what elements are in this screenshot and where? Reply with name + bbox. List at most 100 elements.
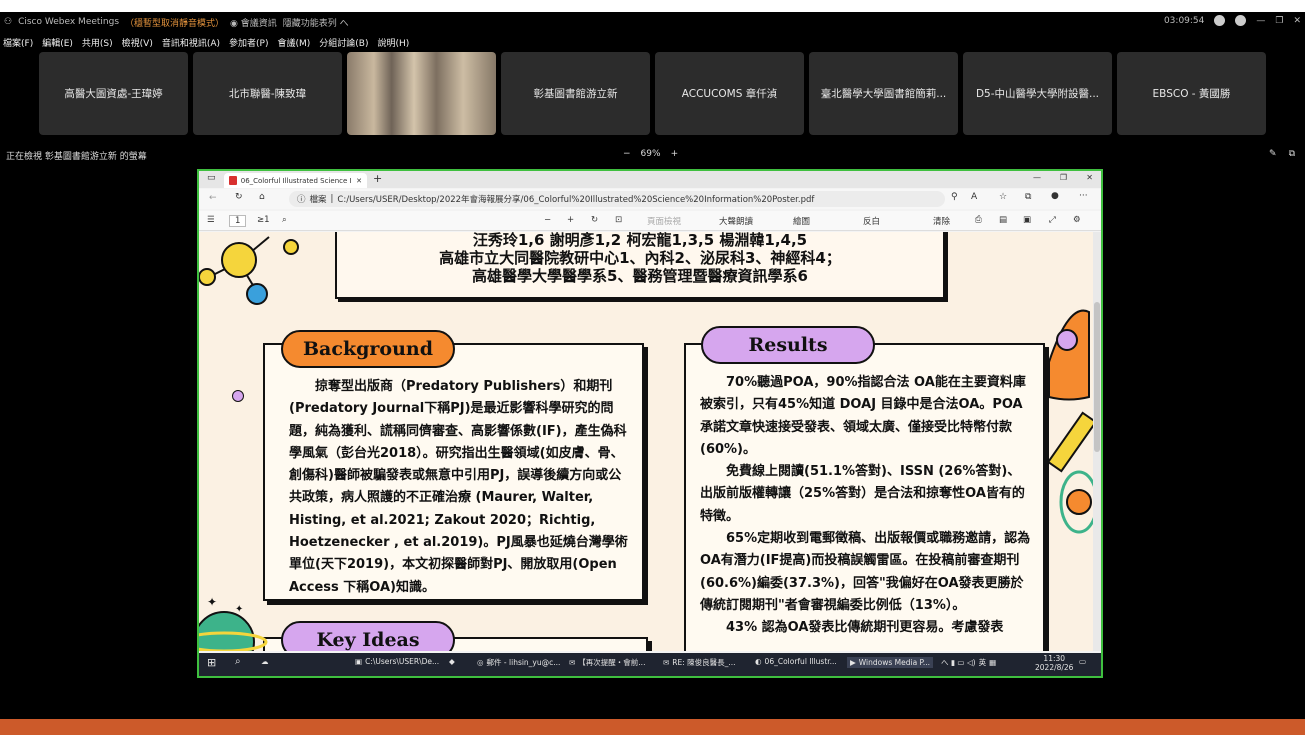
- collections-icon[interactable]: ⧉: [1025, 192, 1031, 202]
- info-icon: ⓘ: [297, 195, 306, 205]
- popout-icon[interactable]: ⧉: [1289, 149, 1295, 159]
- results-paragraph: 70%聽過POA，90%指認合法 OA能在主要資料庫被索引，只有45%知道 DO…: [700, 375, 1026, 457]
- participant-tile[interactable]: 北市聯醫-陳致瑋: [193, 52, 342, 135]
- taskbar-label: C:\Users\USER\De...: [365, 657, 440, 666]
- record-icon[interactable]: [1214, 15, 1226, 26]
- taskbar-item-explorer[interactable]: ▣ C:\Users\USER\De...: [355, 657, 439, 666]
- windows-taskbar: ⊞ ⌕ ☁ ▣ C:\Users\USER\De... ◆ ◎ 郵件 - lih…: [199, 653, 1101, 676]
- taskbar-item-mail[interactable]: ◎ 郵件 - lihsin_yu@c...: [477, 657, 560, 668]
- pdf-poster: 汪秀玲1,6 謝明彥1,2 柯宏龍1,3,5 楊淵韓1,4,5 高雄市立大同醫院…: [199, 232, 1093, 651]
- new-tab-icon[interactable]: +: [373, 172, 382, 185]
- taskbar-clock[interactable]: 11:30 2022/8/26: [1035, 654, 1073, 672]
- menu-meeting[interactable]: 會議(M): [278, 36, 311, 49]
- home-icon[interactable]: ⌂: [259, 192, 265, 202]
- menu-view[interactable]: 檢視(V): [122, 36, 153, 49]
- fit-page-icon[interactable]: ⊡: [615, 215, 622, 225]
- print-icon[interactable]: ⎙: [975, 215, 982, 225]
- weather-icon[interactable]: ☁: [261, 657, 269, 666]
- results-paragraph: 43% 認為OA發表比傳統期刊更容易。考慮發表: [700, 620, 1004, 636]
- participant-tile[interactable]: 彰基圖書館游立新: [501, 52, 650, 135]
- participant-video-tile[interactable]: [347, 52, 496, 135]
- close-icon[interactable]: ✕: [1293, 16, 1301, 26]
- menu-breakout[interactable]: 分組討論(B): [319, 36, 368, 49]
- menu-share[interactable]: 共用(S): [82, 36, 113, 49]
- taskbar-item-media[interactable]: ▶ Windows Media P...: [847, 657, 934, 668]
- ime-lang: 英: [978, 658, 987, 667]
- url-text: C:/Users/USER/Desktop/2022年會海報展分享/06_Col…: [337, 195, 815, 205]
- scroll-thumb[interactable]: [1094, 302, 1100, 452]
- tab-actions-icon[interactable]: ▭: [207, 173, 216, 183]
- share-view-bar: 正在檢視 彰基圖書館游立新 的螢幕 − 69% + ✎ ⧉: [0, 149, 1305, 163]
- search-taskbar-icon[interactable]: ⌕: [235, 656, 241, 667]
- meeting-info-button[interactable]: ◉ 會議資訊: [230, 16, 277, 29]
- menu-audio-video[interactable]: 音訊和視訊(A): [162, 36, 220, 49]
- zoom-lens-icon[interactable]: ⚲: [951, 192, 958, 202]
- contents-icon[interactable]: ☰: [207, 215, 215, 225]
- zoom-in-pdf-button[interactable]: +: [567, 215, 574, 225]
- taskbar-app-icon[interactable]: ◆: [449, 657, 455, 666]
- page-number-input[interactable]: 1: [229, 215, 247, 227]
- participant-tile[interactable]: D5-中山醫學大學附設醫...: [963, 52, 1112, 135]
- zoom-in-button[interactable]: +: [671, 149, 679, 159]
- participant-tile[interactable]: 臺北醫學大學圖書館簡莉...: [809, 52, 958, 135]
- meeting-time: 03:09:54: [1163, 15, 1205, 26]
- authors-line: 汪秀玲1,6 謝明彥1,2 柯宏龍1,3,5 楊淵韓1,4,5: [472, 232, 808, 249]
- taskbar-item-outlook2[interactable]: ✉ RE: 陳俊良醫長_...: [663, 657, 736, 668]
- planet-decoration: ✦ ✦: [199, 595, 268, 651]
- annotate-icon[interactable]: ✎: [1269, 149, 1277, 159]
- highlight-button[interactable]: 反白: [863, 215, 880, 227]
- save-icon[interactable]: ▤: [999, 215, 1007, 225]
- zoom-control: − 69% +: [623, 149, 678, 159]
- save-as-icon[interactable]: ▣: [1023, 215, 1031, 225]
- rocket-decoration: [1046, 309, 1093, 534]
- results-paragraph: 65%定期收到電郵徵稿、出版報價或職務邀請，認為OA有潛力(IF提高)而投稿誤觸…: [700, 531, 1031, 613]
- browser-maximize-icon[interactable]: ❐: [1060, 173, 1067, 182]
- read-aloud-button[interactable]: 大聲朗讀: [719, 215, 753, 227]
- refresh-icon[interactable]: ↻: [235, 192, 243, 202]
- minimize-icon[interactable]: —: [1256, 16, 1265, 26]
- zoom-out-button[interactable]: −: [623, 149, 631, 159]
- participant-tile[interactable]: 高醫大圖資處-王瑋婷: [39, 52, 188, 135]
- taskbar-item-edge[interactable]: ◐ 06_Colorful Illustr...: [755, 657, 837, 666]
- restore-icon[interactable]: ❐: [1275, 16, 1283, 26]
- menu-file[interactable]: 檔案(F): [3, 36, 33, 49]
- start-icon[interactable]: ⊞: [207, 656, 216, 669]
- menu-participants[interactable]: 參加者(P): [229, 36, 268, 49]
- tab-close-icon[interactable]: ✕: [356, 177, 362, 185]
- menu-help[interactable]: 說明(H): [378, 36, 410, 49]
- search-icon[interactable]: ⌕: [282, 215, 287, 225]
- browser-close-icon[interactable]: ✕: [1086, 173, 1093, 182]
- back-icon[interactable]: ←: [209, 193, 217, 203]
- menu-edit[interactable]: 編輯(E): [42, 36, 73, 49]
- status-icon[interactable]: [1235, 15, 1247, 26]
- participant-tile[interactable]: ACCUCOMS 章仟湞: [655, 52, 804, 135]
- fullscreen-icon[interactable]: ⤢: [1049, 215, 1056, 225]
- participant-tile[interactable]: EBSCO - 黃國勝: [1117, 52, 1266, 135]
- pdf-toolbar: ☰ 1 ≥1 ⌕ − + ↻ ⊡ 頁面檢視 大聲朗讀 繪圖 反白 清除 ⎙ ▤ …: [199, 211, 1101, 231]
- more-icon[interactable]: ···: [1079, 191, 1088, 201]
- taskbar-item-outlook[interactable]: ✉ 【再次提醒・會前...: [569, 657, 645, 668]
- favorites-icon[interactable]: ☆: [999, 192, 1007, 202]
- purple-dot-decoration: [232, 390, 244, 402]
- draw-button[interactable]: 繪圖: [793, 215, 810, 227]
- taskbar-label: 【再次提醒・會前...: [578, 658, 646, 667]
- rotate-icon[interactable]: ↻: [591, 215, 598, 225]
- address-bar[interactable]: ⓘ 檔案 | C:/Users/USER/Desktop/2022年會海報展分享…: [289, 191, 945, 207]
- page-view-button[interactable]: 頁面檢視: [647, 215, 681, 227]
- shared-screen: ▭ 06_Colorful Illustrated Science In ✕ +…: [197, 169, 1103, 678]
- browser-minimize-icon[interactable]: —: [1033, 173, 1041, 182]
- pdf-scrollbar[interactable]: [1093, 232, 1101, 651]
- hide-menu-button[interactable]: 隱藏功能表列 へ: [283, 16, 349, 29]
- mute-mode-label: （穩暫型取消靜音模式）: [125, 18, 225, 29]
- profile-icon[interactable]: ●: [1051, 191, 1059, 201]
- zoom-out-pdf-button[interactable]: −: [544, 215, 551, 225]
- results-text: 70%聽過POA，90%指認合法 OA能在主要資料庫被索引，只有45%知道 DO…: [686, 345, 1043, 640]
- settings-icon[interactable]: ⚙: [1073, 215, 1081, 225]
- browser-tab[interactable]: 06_Colorful Illustrated Science In ✕: [224, 173, 367, 188]
- erase-button[interactable]: 清除: [933, 215, 950, 227]
- address-bar-row: ← ↻ ⌂ ⓘ 檔案 | C:/Users/USER/Desktop/2022年…: [199, 189, 1101, 209]
- read-mode-icon[interactable]: A: [971, 192, 977, 202]
- notification-icon[interactable]: ▭: [1079, 657, 1086, 666]
- tray-icons[interactable]: へ ▮ ▭ ◁) 英 ▦: [941, 657, 996, 668]
- svg-text:✦: ✦: [235, 604, 243, 615]
